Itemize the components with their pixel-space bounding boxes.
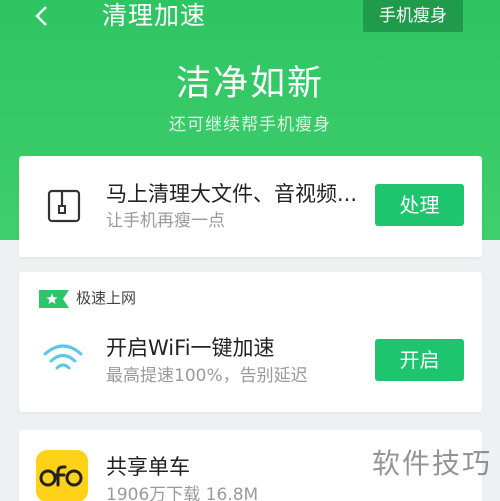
app-subtitle: 1906万下载 16.8M [106,485,259,501]
phone-slim-button[interactable]: 手机瘦身 [363,0,463,32]
cleanup-subtitle: 让手机再瘦一点 [106,211,225,231]
back-button[interactable] [34,0,64,32]
status-subline: 还可继续帮手机瘦身 [169,115,331,135]
top-bar: 清理加速 手机瘦身 [0,0,500,36]
wifi-icon [43,344,83,370]
ofo-logo [36,450,88,501]
cleanup-card[interactable]: 马上清理大文件、音视频... 让手机再瘦一点 处理 [19,156,482,257]
wifi-subtitle: 最高提速100%，告别延迟 [106,366,308,386]
speed-tag-label: 极速上网 [76,289,137,307]
wifi-title: 开启WiFi一键加速 [106,336,275,360]
watermark: 软件技巧 [371,447,492,480]
enable-wifi-button[interactable]: 开启 [375,339,464,381]
chevron-left-icon [35,6,47,26]
page-title: 清理加速 [102,1,207,30]
wifi-card[interactable]: 极速上网 开启WiFi一键加速 最高提速100%，告别延迟 开启 [19,272,482,412]
process-button[interactable]: 处理 [375,184,464,226]
flag-star-icon [39,290,69,308]
file-icon [47,189,81,223]
cleanup-title: 马上清理大文件、音视频... [106,182,358,206]
status-headline: 洁净如新 [175,64,324,104]
app-title: 共享单车 [106,455,190,479]
